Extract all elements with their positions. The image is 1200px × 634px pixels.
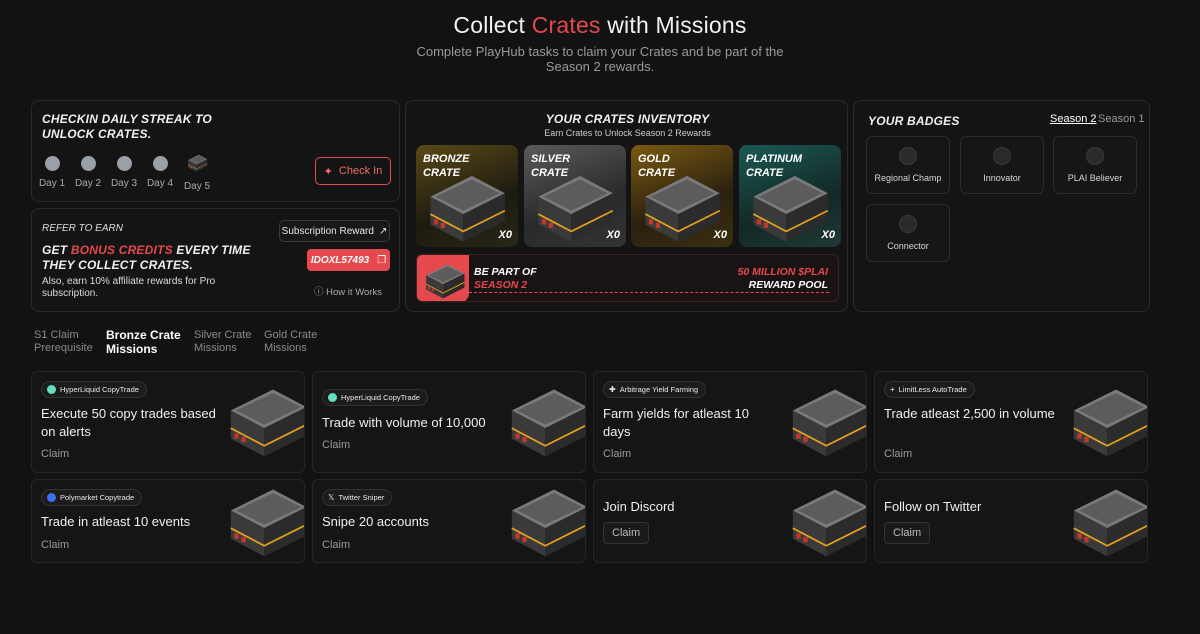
mission-card[interactable]: HyperLiquid CopyTrade Trade with volume … — [312, 371, 586, 473]
tab-silver-crate-missions[interactable]: Silver Crate Missions — [194, 329, 251, 355]
badges-panel: YOUR BADGES Season 2 Season 1 Regional C… — [853, 100, 1150, 312]
bronze-crate-image — [420, 169, 510, 247]
refer-label: REFER TO EARN — [42, 223, 123, 234]
badge-innovator[interactable]: Innovator — [960, 136, 1044, 194]
checkin-title: CHECKIN DAILY STREAK TO UNLOCK CRATES. — [42, 112, 212, 141]
tab-bronze-crate-missions[interactable]: Bronze Crate Missions — [106, 328, 181, 356]
mission-tag: ✚ Arbitrage Yield Farming — [603, 381, 707, 398]
day-3: Day 3 — [109, 156, 139, 189]
polymarket-icon — [47, 493, 56, 502]
sparkle-icon: ✦ — [323, 165, 333, 178]
inventory-subtitle: Earn Crates to Unlock Season 2 Rewards — [544, 128, 711, 138]
inventory-title: YOUR CRATES INVENTORY — [545, 112, 710, 126]
bronze-crate-image — [784, 380, 867, 464]
mission-card[interactable]: Join Discord Claim — [593, 479, 867, 563]
tab-season-2[interactable]: Season 2 — [1050, 113, 1096, 125]
page-header: Collect Crates with Missions Complete Pl… — [0, 12, 1200, 74]
connector-icon — [899, 215, 917, 233]
silver-crate-image — [528, 169, 618, 247]
bronze-crate-card[interactable]: BRONZE CRATE X0 — [416, 145, 518, 247]
innovator-icon — [993, 147, 1011, 165]
refer-panel: REFER TO EARN GET BONUS CREDITS EVERY TI… — [31, 208, 400, 312]
plai-icon — [1086, 147, 1104, 165]
bronze-crate-image — [503, 380, 586, 464]
tab-season-1[interactable]: Season 1 — [1098, 113, 1144, 125]
mission-card[interactable]: ✚ Arbitrage Yield Farming Farm yields for… — [593, 371, 867, 473]
gold-crate-card[interactable]: GOLD CRATE X0 — [631, 145, 733, 247]
tab-s1-claim[interactable]: S1 Claim Prerequisite — [34, 329, 93, 355]
claim-button[interactable]: Claim — [322, 439, 350, 451]
bronze-crate-image — [1065, 380, 1148, 464]
claim-button[interactable]: Claim — [884, 448, 912, 460]
referral-code-button[interactable]: IDOXL57493 ❐ — [307, 249, 390, 271]
mission-card[interactable]: Polymarket Copytrade Trade in atleast 10… — [31, 479, 305, 563]
mission-tag: Polymarket Copytrade — [41, 489, 143, 506]
external-link-icon: ↗ — [378, 225, 388, 237]
subscription-reward-button[interactable]: Subscription Reward ↗ — [279, 220, 390, 242]
check-in-button[interactable]: ✦ Check In — [315, 157, 391, 185]
day-4: Day 4 — [145, 156, 175, 189]
bronze-crate-image — [1065, 480, 1148, 563]
hyperliquid-icon — [47, 385, 56, 394]
arbitrage-icon: ✚ — [609, 385, 616, 394]
hyperliquid-icon — [328, 393, 337, 402]
crate-icon — [184, 153, 210, 173]
day-5: Day 5 — [182, 153, 212, 192]
season-2-banner: BE PART OF SEASON 2 50 MILLION $PLAI REWAR… — [416, 254, 839, 302]
mission-card[interactable]: + LimitLess AutoTrade Trade atleast 2,500… — [874, 371, 1148, 473]
claim-button[interactable]: Claim — [603, 522, 650, 544]
tab-gold-crate-missions[interactable]: Gold Crate Missions — [264, 329, 317, 355]
claim-button[interactable]: Claim — [41, 539, 69, 551]
claim-button[interactable]: Claim — [603, 448, 631, 460]
checkin-panel: CHECKIN DAILY STREAK TO UNLOCK CRATES. D… — [31, 100, 400, 202]
mission-tag: HyperLiquid CopyTrade — [41, 381, 147, 398]
mission-tag: + LimitLess AutoTrade — [884, 381, 975, 398]
claim-button[interactable]: Claim — [322, 539, 350, 551]
mission-card[interactable]: Follow on Twitter Claim — [874, 479, 1148, 563]
bronze-crate-image — [503, 480, 586, 563]
refer-heading: GET BONUS CREDITS EVERY TIME THEY COLLEC… — [42, 243, 251, 272]
platinum-crate-card[interactable]: PLATINUM CRATE X0 — [739, 145, 841, 247]
info-icon: ⓘ — [314, 287, 324, 298]
badge-connector[interactable]: Connector — [866, 204, 950, 262]
page-title: Collect Crates with Missions — [453, 12, 747, 38]
platinum-crate-image — [743, 169, 833, 247]
badge-plai-believer[interactable]: PLAI Believer — [1053, 136, 1137, 194]
mission-tag: HyperLiquid CopyTrade — [322, 389, 428, 406]
copy-icon: ❐ — [377, 254, 387, 266]
claim-button[interactable]: Claim — [41, 448, 69, 460]
bronze-crate-image — [222, 480, 305, 563]
badges-title: YOUR BADGES — [868, 114, 960, 128]
x-icon: 𝕏 — [328, 493, 335, 502]
limitless-icon: + — [890, 385, 895, 394]
badge-regional-champ[interactable]: Regional Champ — [866, 136, 950, 194]
banner-crate-icon — [417, 255, 469, 301]
bronze-crate-image — [222, 380, 305, 464]
gold-crate-image — [635, 169, 725, 247]
mission-card[interactable]: HyperLiquid CopyTrade Execute 50 copy tr… — [31, 371, 305, 473]
how-it-works-link[interactable]: ⓘ How it Works — [314, 284, 382, 298]
day-1: Day 1 — [37, 156, 67, 189]
globe-icon — [899, 147, 917, 165]
page-subtitle: Complete PlayHub tasks to claim your Cra… — [416, 44, 784, 74]
silver-crate-card[interactable]: SILVER CRATE X0 — [524, 145, 626, 247]
bronze-crate-image — [784, 480, 867, 563]
mission-card[interactable]: 𝕏 Twitter Sniper Snipe 20 accounts Claim — [312, 479, 586, 563]
crates-inventory-panel: YOUR CRATES INVENTORY Earn Crates to Unl… — [405, 100, 848, 312]
mission-tag: 𝕏 Twitter Sniper — [322, 489, 393, 506]
refer-description: Also, earn 10% affiliate rewards for Pro… — [42, 276, 216, 299]
claim-button[interactable]: Claim — [884, 522, 931, 544]
day-2: Day 2 — [73, 156, 103, 189]
